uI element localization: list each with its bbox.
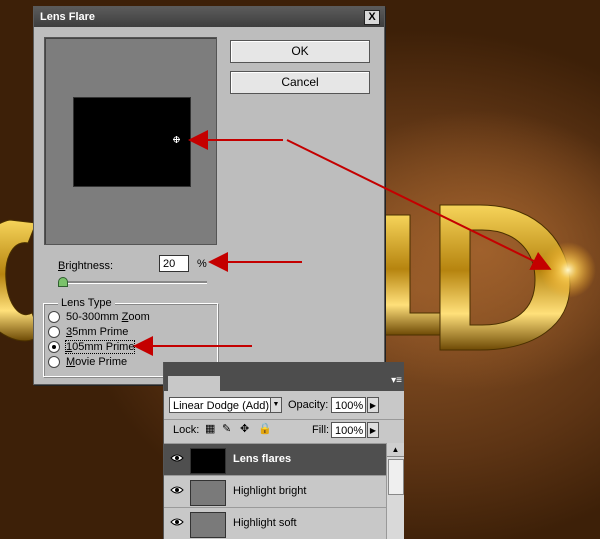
layers-tab[interactable] [168,376,220,391]
eye-icon[interactable] [170,453,184,463]
layers-panel: ▾≡ Linear Dodge (Add) ▼ Opacity: 100% ▶ … [163,362,404,539]
lens-option-label: Movie Prime [66,356,128,368]
fill-arrow-icon[interactable]: ▶ [367,422,379,438]
lens-option-label: 50-300mm Zoom [66,311,150,323]
brightness-label: Brightness: [58,260,113,272]
scroll-thumb[interactable] [388,459,404,495]
brightness-slider-thumb[interactable] [58,277,68,287]
lens-option-35mm[interactable]: 35mm Prime [48,325,128,339]
layers-scrollbar[interactable]: ▲ [386,443,404,539]
brightness-input[interactable]: 20 [159,255,189,272]
opacity-label: Opacity: [288,399,329,411]
layer-thumbnail [190,480,226,506]
preview-thumbnail[interactable] [73,97,191,187]
layer-name: Highlight bright [233,485,307,497]
lens-option-zoom[interactable]: 50-300mm Zoom [48,310,150,324]
eye-icon[interactable] [170,485,184,495]
lens-flare-dialog: Lens Flare X OK Cancel Brightness: 20 % … [33,6,385,385]
dialog-title: Lens Flare [40,11,96,23]
layer-name: Highlight soft [233,517,297,529]
lock-move-icon[interactable]: ✥ [240,424,251,435]
fill-label: Fill: [312,424,330,436]
dialog-titlebar[interactable]: Lens Flare X [34,7,384,27]
layer-name: Lens flares [233,453,292,465]
lock-label: Lock: [173,424,200,436]
radio-movie[interactable] [48,356,60,368]
blend-mode-select[interactable]: Linear Dodge (Add) [169,397,272,413]
lens-option-label: 35mm Prime [66,326,129,338]
opacity-input[interactable]: 100% [331,397,366,413]
divider [164,419,404,420]
lock-brush-icon[interactable]: ✎ [222,424,233,435]
eye-icon[interactable] [170,517,184,527]
lens-type-title: Lens Type [58,297,115,309]
layer-row-lens-flares[interactable]: Lens flares [164,443,386,475]
layer-thumbnail [190,512,226,538]
lens-option-105mm[interactable]: 105mm Prime [48,340,136,354]
lock-all-icon[interactable]: 🔒 [258,424,272,435]
brightness-label-text: rightness: [65,260,114,272]
opacity-arrow-icon[interactable]: ▶ [367,397,379,413]
layer-row-highlight-soft[interactable]: Highlight soft [164,507,386,539]
flare-center-crosshair-icon[interactable] [173,136,180,143]
fill-input[interactable]: 100% [331,422,366,438]
brightness-slider-track[interactable] [61,281,207,284]
ok-button[interactable]: OK [230,40,370,63]
layers-panel-header: ▾≡ [164,362,404,391]
radio-105mm[interactable] [48,341,60,353]
lens-option-label: 105mm Prime [64,340,136,354]
flare-preview-area[interactable] [44,37,217,245]
scroll-up-arrow-icon[interactable]: ▲ [387,443,404,457]
cancel-button[interactable]: Cancel [230,71,370,94]
close-button[interactable]: X [364,10,380,25]
chevron-down-icon[interactable]: ▼ [270,397,282,413]
lens-option-movie[interactable]: Movie Prime [48,355,127,369]
radio-zoom[interactable] [48,311,60,323]
panel-menu-icon[interactable]: ▾≡ [391,375,402,386]
layer-row-highlight-bright[interactable]: Highlight bright [164,475,386,507]
layer-thumbnail [190,448,226,474]
radio-35mm[interactable] [48,326,60,338]
lock-transparency-icon[interactable]: ▦ [205,424,216,435]
brightness-unit: % [197,258,207,270]
